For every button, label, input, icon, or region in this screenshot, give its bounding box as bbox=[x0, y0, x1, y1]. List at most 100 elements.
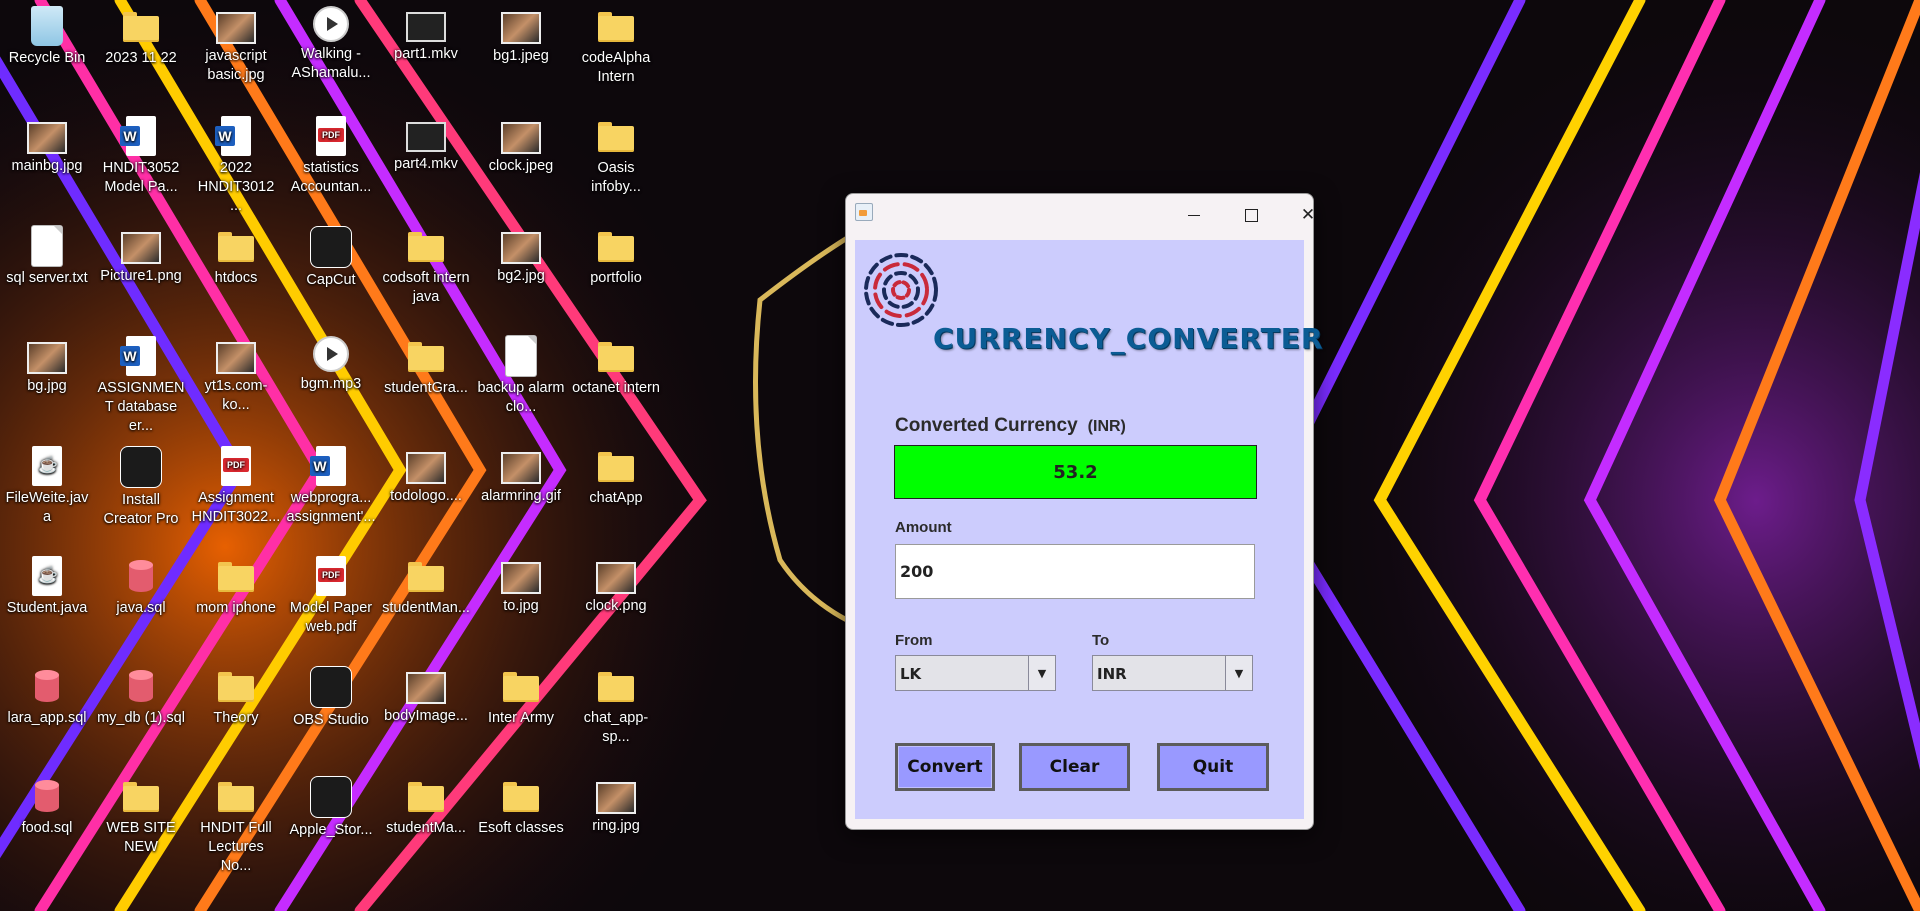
desktop-icon[interactable]: octanet intern bbox=[569, 330, 663, 398]
desktop-icon[interactable]: OBS Studio bbox=[284, 660, 378, 730]
desktop-icon-label: htdocs bbox=[214, 270, 258, 286]
window-titlebar[interactable]: ✕ bbox=[846, 194, 1315, 240]
desktop-icon-label: lara_app.sql bbox=[7, 710, 87, 726]
desktop-icon[interactable]: bodyImage... bbox=[379, 660, 473, 726]
folder-icon bbox=[216, 226, 256, 266]
maximize-icon bbox=[1244, 208, 1258, 222]
desktop-icon[interactable]: portfolio bbox=[569, 220, 663, 288]
desktop-icon-label: part4.mkv bbox=[394, 156, 458, 172]
desktop-icon[interactable]: codeAlpha Intern bbox=[569, 0, 663, 87]
desktop-icon[interactable]: Assignment HNDIT3022... bbox=[189, 440, 283, 527]
desktop-icon[interactable]: 2022 HNDIT3012 ... bbox=[189, 110, 283, 216]
desktop-icon[interactable]: Install Creator Pro bbox=[94, 440, 188, 529]
desktop-icon[interactable]: bg.jpg bbox=[0, 330, 94, 396]
desktop-icon[interactable]: Recycle Bin bbox=[0, 0, 94, 68]
desktop-icon[interactable]: studentMan... bbox=[379, 550, 473, 618]
desktop-icon[interactable]: studentMa... bbox=[379, 770, 473, 838]
desktop-icon[interactable]: yt1s.com-ko... bbox=[189, 330, 283, 415]
video-file-icon bbox=[406, 12, 446, 42]
desktop-icon[interactable]: bg2.jpg bbox=[474, 220, 568, 286]
desktop-icon[interactable]: sql server.txt bbox=[0, 220, 94, 288]
desktop-icon[interactable]: codsoft intern java bbox=[379, 220, 473, 307]
to-currency-select[interactable]: INR ▼ bbox=[1092, 655, 1253, 691]
desktop-icon[interactable]: chatApp bbox=[569, 440, 663, 508]
folder-icon bbox=[501, 776, 541, 816]
desktop-icon[interactable]: ASSIGNMENT database er... bbox=[94, 330, 188, 436]
installer-app-icon bbox=[120, 446, 162, 488]
desktop-icon[interactable]: bgm.mp3 bbox=[284, 330, 378, 394]
desktop-icon[interactable]: todologo.... bbox=[379, 440, 473, 506]
desktop-icon[interactable]: FileWeite.java bbox=[0, 440, 94, 527]
desktop-icon[interactable]: clock.jpeg bbox=[474, 110, 568, 176]
desktop-icon[interactable]: Apple_Stor... bbox=[284, 770, 378, 840]
quit-button[interactable]: Quit bbox=[1157, 743, 1269, 791]
desktop-icon[interactable]: to.jpg bbox=[474, 550, 568, 616]
image-file-icon bbox=[121, 232, 161, 264]
desktop-icon[interactable]: webprogra... assignment'... bbox=[284, 440, 378, 527]
desktop-icon[interactable]: Model Paper web.pdf bbox=[284, 550, 378, 637]
folder-icon bbox=[121, 6, 161, 46]
desktop-icon-label: Model Paper web.pdf bbox=[289, 600, 373, 635]
desktop-icon[interactable]: Picture1.png bbox=[94, 220, 188, 286]
desktop-icon[interactable]: chat_app-sp... bbox=[569, 660, 663, 747]
desktop-icon[interactable]: Esoft classes bbox=[474, 770, 568, 838]
to-dropdown-button[interactable]: ▼ bbox=[1225, 656, 1252, 690]
desktop-icon[interactable]: clock.png bbox=[569, 550, 663, 616]
desktop-icon-label: Install Creator Pro bbox=[103, 492, 179, 527]
desktop-icon-label: Esoft classes bbox=[478, 820, 564, 836]
text-file-icon bbox=[32, 226, 62, 266]
desktop-icon[interactable]: my_db (1).sql bbox=[94, 660, 188, 728]
image-file-icon bbox=[406, 672, 446, 704]
desktop-icon-label: Theory bbox=[213, 710, 259, 726]
desktop-icon[interactable]: CapCut bbox=[284, 220, 378, 290]
desktop-icon[interactable]: food.sql bbox=[0, 770, 94, 838]
close-icon: ✕ bbox=[1300, 205, 1316, 224]
desktop-icon[interactable]: mainbg.jpg bbox=[0, 110, 94, 176]
desktop-icon[interactable]: Oasis infoby... bbox=[569, 110, 663, 197]
minimize-button[interactable] bbox=[1166, 196, 1222, 234]
sql-file-icon bbox=[129, 666, 153, 706]
desktop-icon-label: ASSIGNMENT database er... bbox=[97, 380, 185, 434]
desktop-icon[interactable]: mom iphone bbox=[189, 550, 283, 618]
desktop-icon[interactable]: studentGra... bbox=[379, 330, 473, 398]
from-dropdown-button[interactable]: ▼ bbox=[1028, 656, 1055, 690]
media-file-icon bbox=[313, 6, 349, 42]
desktop-icon-label: studentMa... bbox=[386, 820, 466, 836]
desktop-icon-label: studentMan... bbox=[382, 600, 470, 616]
maximize-button[interactable] bbox=[1223, 196, 1279, 234]
desktop-icon[interactable]: HNDIT Full Lectures No... bbox=[189, 770, 283, 876]
minimize-icon bbox=[1188, 214, 1200, 216]
desktop-icon[interactable]: Theory bbox=[189, 660, 283, 728]
desktop-icon[interactable]: WEB SITE NEW bbox=[94, 770, 188, 857]
desktop-icon[interactable]: backup alarm clo... bbox=[474, 330, 568, 417]
desktop-icon[interactable]: part4.mkv bbox=[379, 110, 473, 174]
recycle-bin-icon bbox=[31, 6, 63, 46]
desktop-icon[interactable]: Walking - AShamalu... bbox=[284, 0, 378, 83]
video-file-icon bbox=[406, 122, 446, 152]
amount-input[interactable] bbox=[895, 544, 1255, 599]
desktop-icon[interactable]: bg1.jpeg bbox=[474, 0, 568, 66]
desktop-icon-label: statistics Accountan... bbox=[290, 160, 372, 195]
desktop-icon[interactable]: alarmring.gif bbox=[474, 440, 568, 506]
convert-button[interactable]: Convert bbox=[895, 743, 995, 791]
desktop-icon[interactable]: Inter Army bbox=[474, 660, 568, 728]
desktop-icon[interactable]: HNDIT3052 Model Pa... bbox=[94, 110, 188, 197]
desktop-icon-label: codsoft intern java bbox=[382, 270, 470, 305]
desktop-icon[interactable]: 2023 11 22 bbox=[94, 0, 188, 68]
pdf-file-icon bbox=[221, 446, 251, 486]
desktop-icon-label: HNDIT3052 Model Pa... bbox=[102, 160, 180, 195]
desktop-icon[interactable]: Student.java bbox=[0, 550, 94, 618]
desktop-icon[interactable]: htdocs bbox=[189, 220, 283, 288]
image-file-icon bbox=[27, 342, 67, 374]
from-currency-select[interactable]: LK ▼ bbox=[895, 655, 1056, 691]
desktop-icon[interactable]: statistics Accountan... bbox=[284, 110, 378, 197]
desktop-icon-label: Oasis infoby... bbox=[591, 160, 641, 195]
desktop-icon[interactable]: ring.jpg bbox=[569, 770, 663, 836]
clear-button[interactable]: Clear bbox=[1019, 743, 1130, 791]
desktop-icon[interactable]: part1.mkv bbox=[379, 0, 473, 64]
close-button[interactable]: ✕ bbox=[1280, 196, 1336, 234]
desktop-icon[interactable]: lara_app.sql bbox=[0, 660, 94, 728]
desktop-icon[interactable]: javascript basic.jpg bbox=[189, 0, 283, 85]
desktop-icon[interactable]: java.sql bbox=[94, 550, 188, 618]
pdf-file-icon bbox=[316, 556, 346, 596]
